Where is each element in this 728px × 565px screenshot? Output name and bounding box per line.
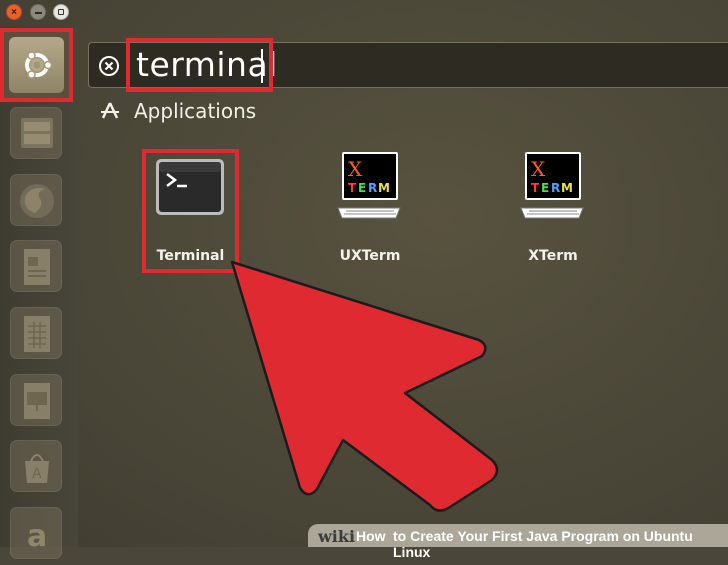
pointer-arrow-icon [230, 260, 499, 512]
watermark-how: How [356, 528, 386, 544]
watermark-wiki-logo: wiki [318, 527, 356, 546]
watermark-title: to Create Your First Java Program on Ubu… [393, 528, 693, 560]
